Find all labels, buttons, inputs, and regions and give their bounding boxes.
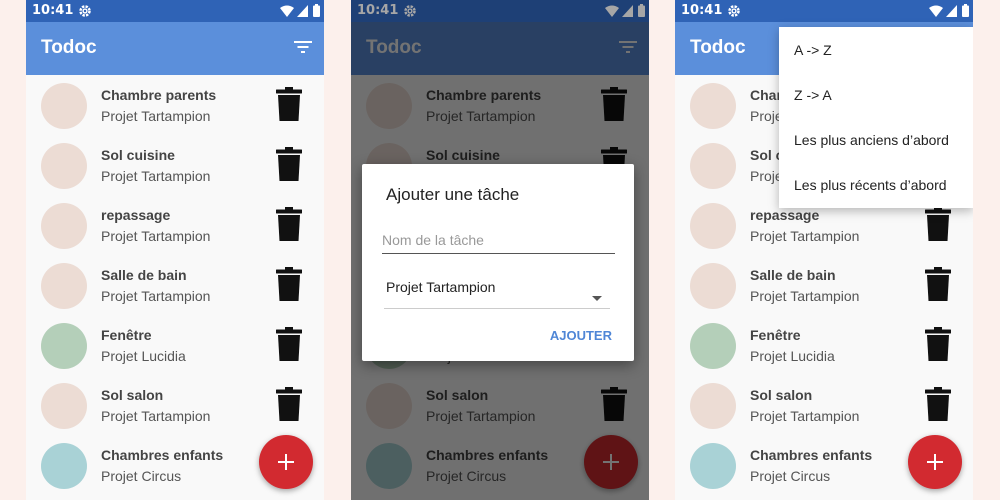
trash-icon[interactable] xyxy=(276,147,302,186)
project-color-dot xyxy=(690,383,736,429)
add-task-button[interactable] xyxy=(908,435,962,489)
trash-icon[interactable] xyxy=(925,267,951,306)
task-project: Projet Circus xyxy=(101,468,182,484)
project-color-dot xyxy=(41,83,87,129)
task-project: Projet Tartampion xyxy=(750,288,860,304)
status-bar: 10:41 xyxy=(26,0,324,22)
project-color-dot xyxy=(690,203,736,249)
sort-menu-item[interactable]: Les plus récents d’abord xyxy=(794,177,947,193)
task-name: Sol cuisine xyxy=(101,147,175,163)
project-select[interactable]: Projet Tartampion xyxy=(384,278,610,309)
project-color-dot xyxy=(690,263,736,309)
screen-sort-menu: 10:41 Todoc Chambre parents Projet Tarta… xyxy=(675,0,973,500)
task-name: repassage xyxy=(750,207,820,223)
screen-add-task-dialog: 10:41 Todoc Chambre parents Projet Tarta… xyxy=(351,0,649,500)
list-item: Sol cuisine Projet Tartampion xyxy=(26,135,324,195)
sort-menu-item[interactable]: Z -> A xyxy=(794,87,832,103)
task-project: Projet Tartampion xyxy=(101,408,211,424)
project-color-dot xyxy=(690,83,736,129)
list-item: repassage Projet Tartampion xyxy=(26,195,324,255)
wifi-icon xyxy=(280,4,294,22)
project-select-value: Projet Tartampion xyxy=(386,279,496,295)
task-name: Fenêtre xyxy=(750,327,801,343)
trash-icon[interactable] xyxy=(276,207,302,246)
app-bar: Todoc xyxy=(26,22,324,75)
trash-icon[interactable] xyxy=(276,327,302,366)
add-button[interactable]: AJOUTER xyxy=(550,328,612,343)
dropdown-arrow-icon xyxy=(592,288,602,306)
signal-icon xyxy=(297,4,308,22)
project-color-dot xyxy=(41,203,87,249)
app-title: Todoc xyxy=(690,37,746,58)
task-name-field xyxy=(382,232,615,254)
task-name-input[interactable] xyxy=(382,232,615,248)
trash-icon[interactable] xyxy=(925,387,951,426)
status-scrim xyxy=(351,0,649,22)
add-task-button[interactable] xyxy=(259,435,313,489)
task-project: Projet Circus xyxy=(750,468,831,484)
list-item: Fenêtre Projet Lucidia xyxy=(675,315,973,375)
task-project: Projet Tartampion xyxy=(101,288,211,304)
list-item: Sol salon Projet Tartampion xyxy=(675,375,973,435)
task-project: Projet Lucidia xyxy=(101,348,186,364)
project-color-dot xyxy=(41,443,87,489)
task-project: Projet Tartampion xyxy=(101,108,211,124)
trash-icon[interactable] xyxy=(925,327,951,366)
status-bar: 10:41 xyxy=(675,0,973,22)
sort-menu: A -> Z Z -> A Les plus anciens d’abord L… xyxy=(779,27,973,208)
project-color-dot xyxy=(41,383,87,429)
screen-task-list: 10:41 Todoc Chambre parents Projet Tarta… xyxy=(26,0,324,500)
add-task-dialog: Ajouter une tâche Projet Tartampion AJOU… xyxy=(362,164,634,361)
list-item: Salle de bain Projet Tartampion xyxy=(26,255,324,315)
task-name: Fenêtre xyxy=(101,327,152,343)
task-project: Projet Tartampion xyxy=(750,408,860,424)
project-color-dot xyxy=(690,323,736,369)
task-name: Salle de bain xyxy=(101,267,187,283)
project-color-dot xyxy=(690,143,736,189)
task-project: Projet Lucidia xyxy=(750,348,835,364)
list-item: Fenêtre Projet Lucidia xyxy=(26,315,324,375)
trash-icon[interactable] xyxy=(925,207,951,246)
list-item: Sol salon Projet Tartampion xyxy=(26,375,324,435)
task-name: Chambre parents xyxy=(101,87,217,103)
app-title: Todoc xyxy=(41,37,97,58)
plus-icon xyxy=(927,454,943,470)
project-color-dot xyxy=(690,443,736,489)
task-list: Chambre parents Projet Tartampion Sol cu… xyxy=(26,75,324,495)
battery-icon xyxy=(313,4,320,22)
list-item: Salle de bain Projet Tartampion xyxy=(675,255,973,315)
filter-list-icon[interactable] xyxy=(294,40,312,59)
task-project: Projet Tartampion xyxy=(750,228,860,244)
project-color-dot xyxy=(41,263,87,309)
task-name: Sol salon xyxy=(101,387,164,403)
wifi-icon xyxy=(929,4,943,22)
list-item: Chambre parents Projet Tartampion xyxy=(26,75,324,135)
sort-menu-item[interactable]: A -> Z xyxy=(794,42,832,58)
task-name: repassage xyxy=(101,207,171,223)
project-color-dot xyxy=(41,143,87,189)
sort-menu-item[interactable]: Les plus anciens d’abord xyxy=(794,132,949,148)
gear-icon xyxy=(78,4,92,23)
task-name: Chambres enfants xyxy=(750,447,873,463)
task-name: Sol salon xyxy=(750,387,813,403)
task-project: Projet Tartampion xyxy=(101,168,211,184)
plus-icon xyxy=(278,454,294,470)
task-name: Chambres enfants xyxy=(101,447,224,463)
gear-icon xyxy=(727,4,741,23)
signal-icon xyxy=(946,4,957,22)
trash-icon[interactable] xyxy=(276,87,302,126)
status-time: 10:41 xyxy=(32,3,74,18)
trash-icon[interactable] xyxy=(276,267,302,306)
task-name: Salle de bain xyxy=(750,267,836,283)
battery-icon xyxy=(962,4,969,22)
dialog-title: Ajouter une tâche xyxy=(386,185,520,204)
trash-icon[interactable] xyxy=(276,387,302,426)
project-color-dot xyxy=(41,323,87,369)
status-time: 10:41 xyxy=(681,3,723,18)
task-project: Projet Tartampion xyxy=(101,228,211,244)
